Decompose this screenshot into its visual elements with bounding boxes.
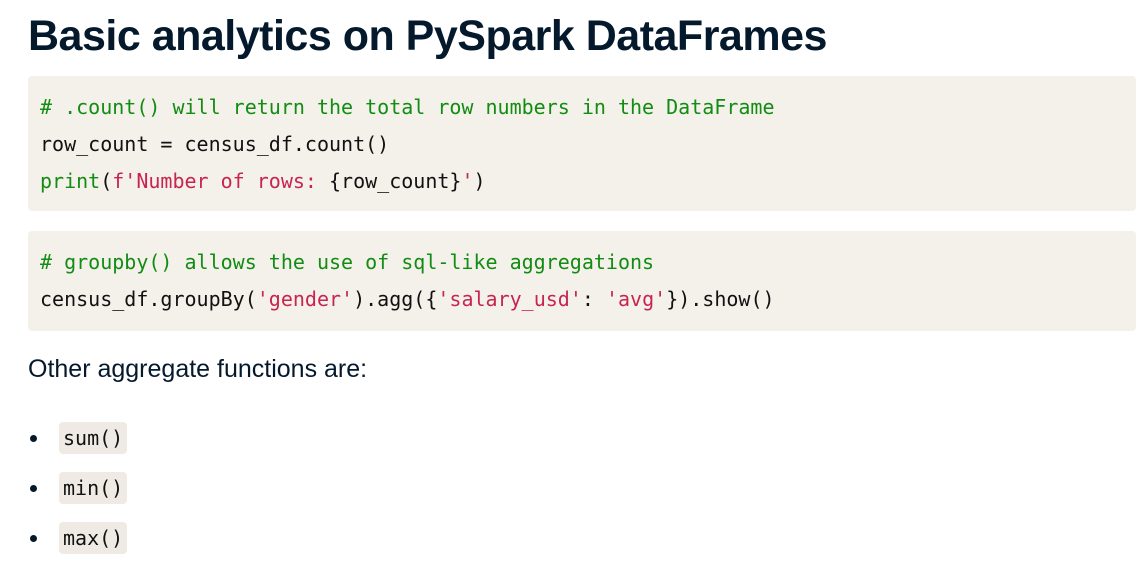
code-punct: ( [100, 169, 113, 193]
inline-code: sum() [59, 422, 128, 454]
code-line: census_df.groupBy('gender').agg({'salary… [40, 281, 1136, 318]
body-paragraph: Other aggregate functions are: [28, 355, 368, 383]
code-comment: # .count() will return the total row num… [40, 95, 775, 119]
code-string: 'salary_usd' [437, 287, 582, 311]
code-string: f'Number of rows: [112, 169, 330, 193]
code-string: 'avg' [605, 287, 667, 311]
list-item: sum() [28, 413, 128, 463]
code-line: row_count = census_df.count() [40, 132, 390, 156]
aggregate-function-list: sum() min() max() [28, 413, 128, 563]
code-block-groupby: # groupby() allows the use of sql-like a… [28, 231, 1136, 331]
list-item: min() [28, 463, 128, 513]
code-string: ' [461, 169, 474, 193]
code-line: print(f'Number of rows: {row_count}') [40, 163, 1136, 200]
code-builtin: print [40, 169, 101, 193]
code-expression: {row_count} [329, 169, 462, 193]
inline-code: min() [59, 472, 128, 504]
code-block-count: # .count() will return the total row num… [28, 76, 1136, 211]
page-title: Basic analytics on PySpark DataFrames [28, 12, 827, 60]
slide: Basic analytics on PySpark DataFrames # … [0, 0, 1143, 573]
bullet-icon [30, 434, 37, 442]
code-comment: # groupby() allows the use of sql-like a… [40, 250, 655, 274]
list-item: max() [28, 513, 128, 563]
bullet-icon [30, 484, 37, 492]
code-text: : [581, 287, 606, 311]
inline-code: max() [59, 522, 128, 554]
code-text: census_df.groupBy( [40, 287, 257, 311]
code-text: }).show() [666, 287, 775, 311]
bullet-icon [30, 534, 37, 542]
code-punct: ) [473, 169, 486, 193]
code-text: ).agg({ [353, 287, 438, 311]
code-string: 'gender' [256, 287, 354, 311]
